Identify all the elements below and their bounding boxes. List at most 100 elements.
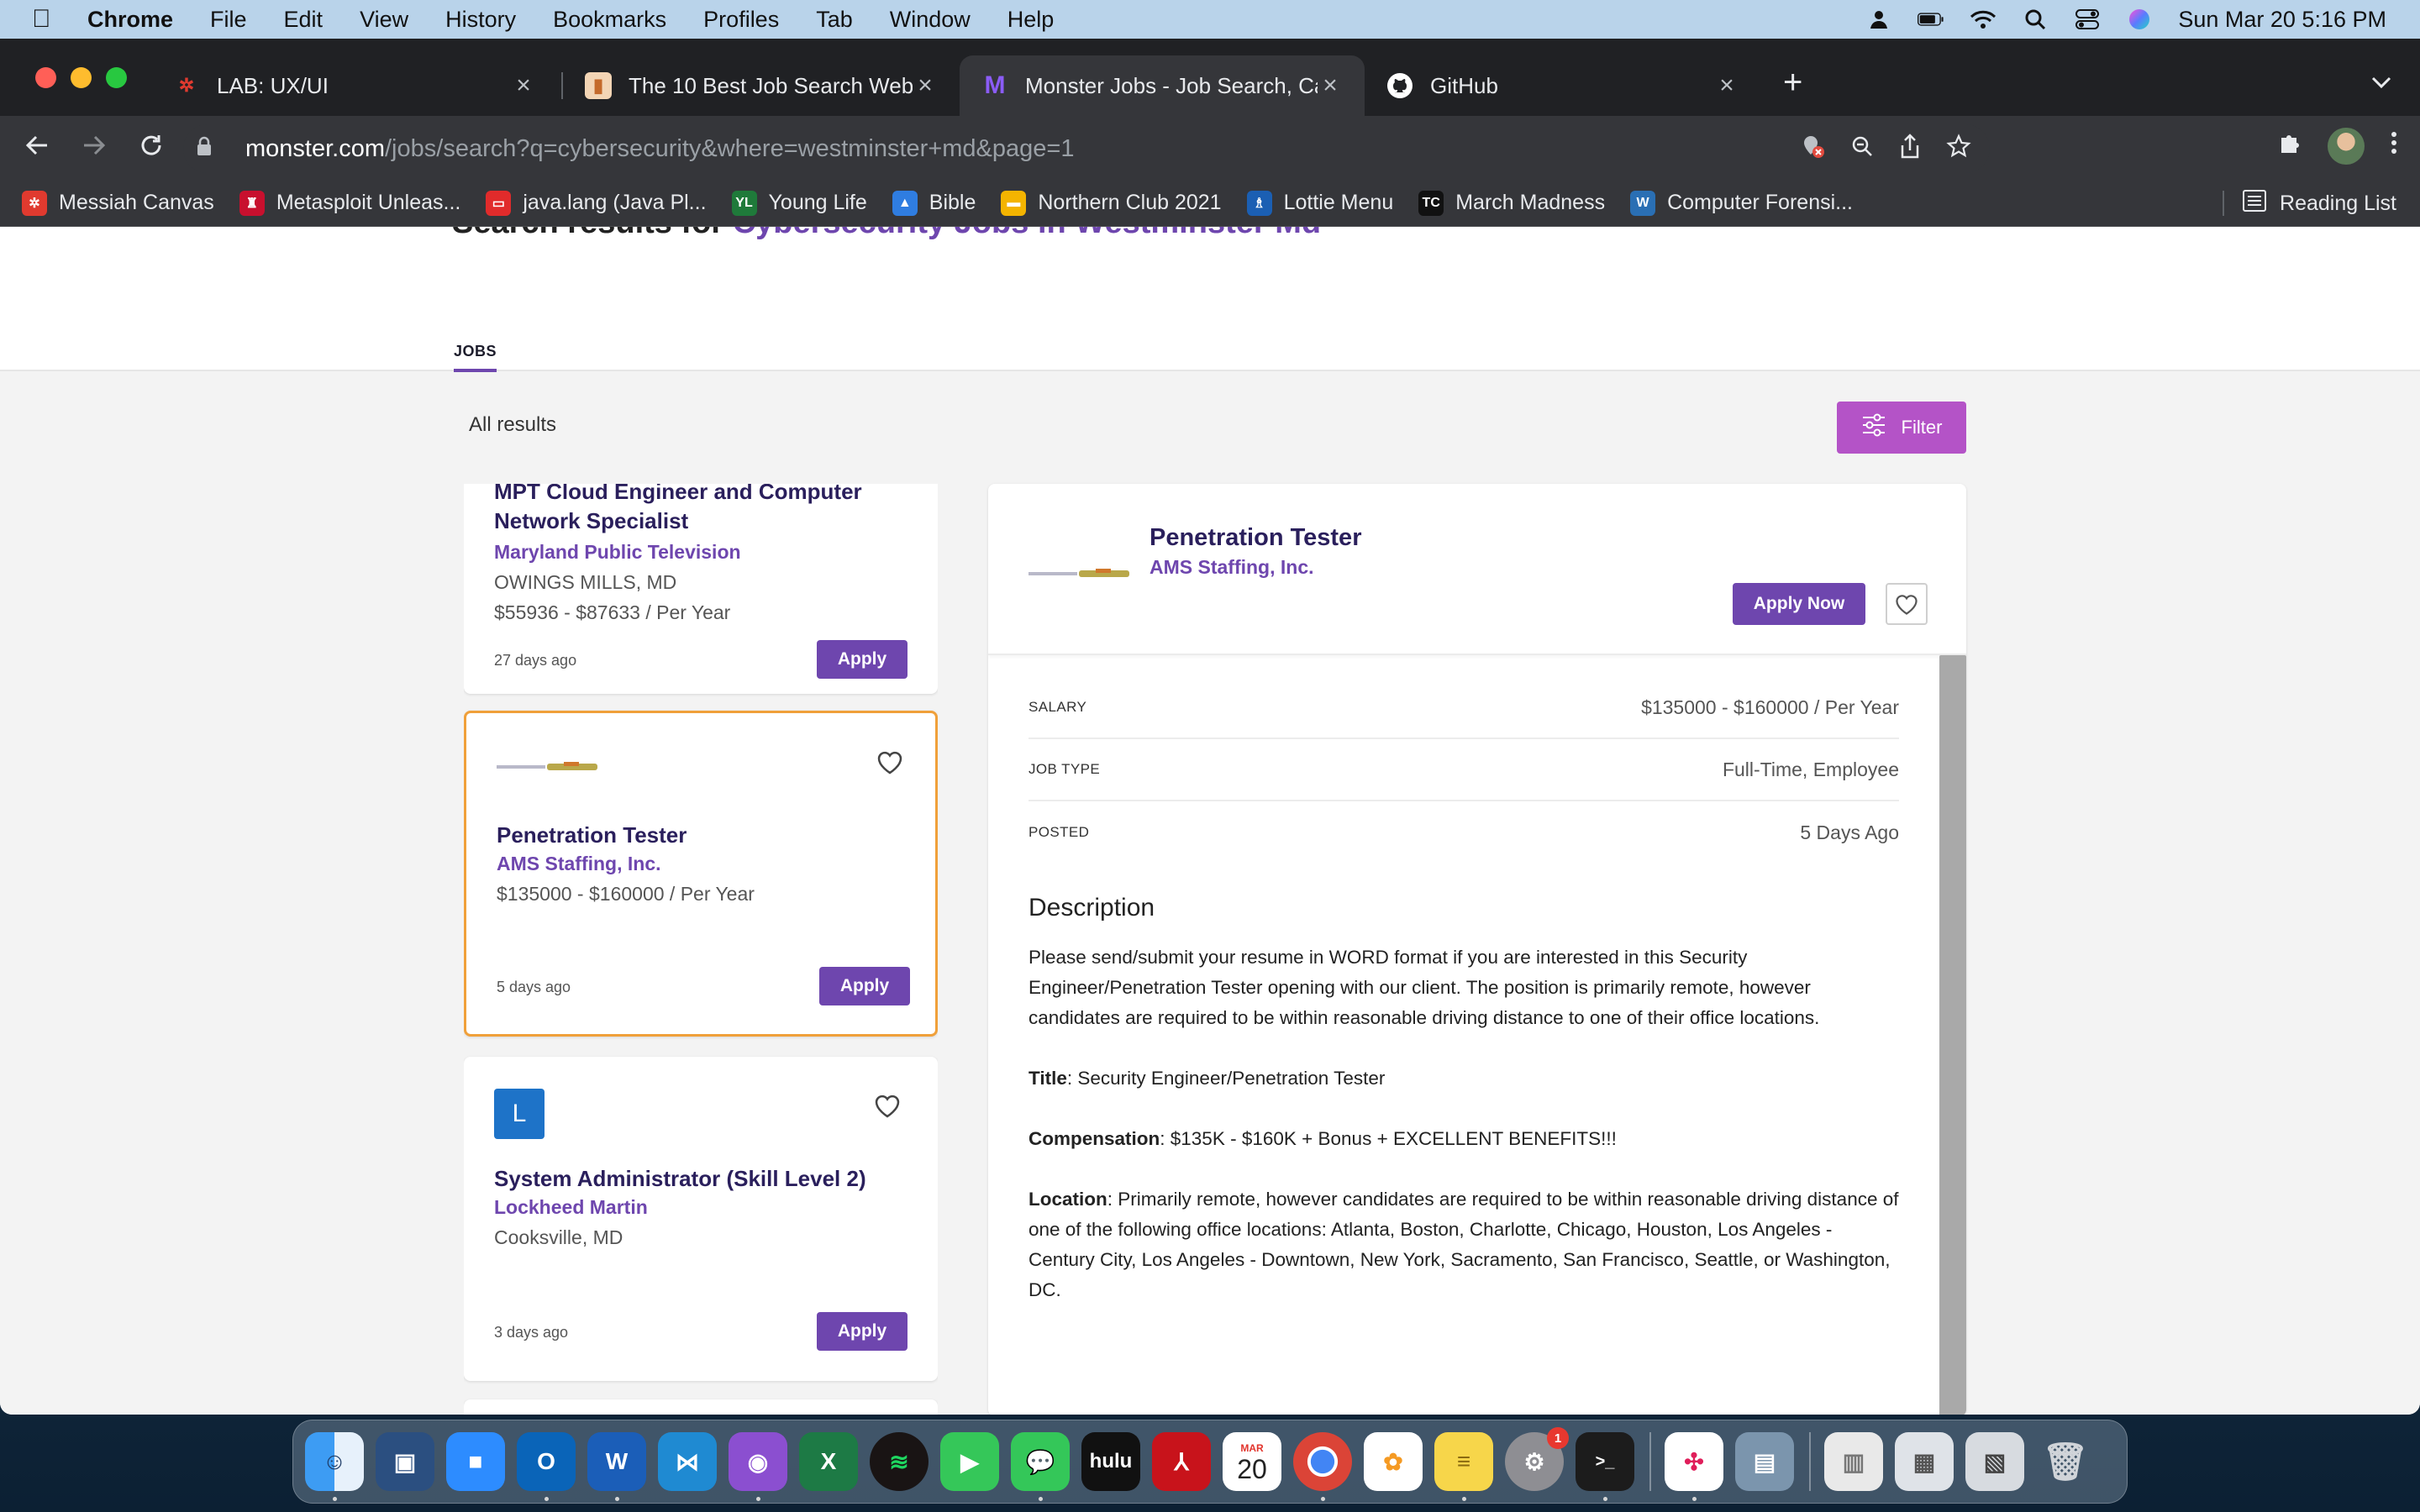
bookmark-item[interactable]: W Computer Forensi... bbox=[1630, 190, 1853, 216]
calendar-icon[interactable]: MAR 20 bbox=[1223, 1432, 1281, 1491]
github-desktop-icon[interactable]: ◉ bbox=[729, 1432, 787, 1501]
finder-icon[interactable]: ☺ bbox=[305, 1432, 364, 1501]
zoom-app-icon[interactable]: ■ bbox=[446, 1432, 505, 1491]
close-window-button[interactable] bbox=[35, 67, 56, 88]
scrollbar-thumb[interactable] bbox=[1939, 655, 1966, 1415]
bookmark-item[interactable]: ♗ Lottie Menu bbox=[1246, 190, 1393, 216]
apply-button[interactable]: Apply bbox=[817, 1312, 908, 1351]
share-icon[interactable] bbox=[1899, 133, 1921, 165]
menu-edit[interactable]: Edit bbox=[284, 7, 324, 33]
menu-app-name[interactable]: Chrome bbox=[87, 7, 173, 33]
bookmark-item[interactable]: ▬ Northern Club 2021 bbox=[1001, 190, 1222, 216]
system-preferences-icon[interactable]: ⚙ 1 bbox=[1505, 1427, 1569, 1491]
excel-icon[interactable]: X bbox=[799, 1432, 858, 1491]
lock-icon[interactable] bbox=[197, 136, 230, 162]
trash-icon[interactable]: 🗑 bbox=[2036, 1432, 2095, 1491]
chrome-icon[interactable] bbox=[1293, 1432, 1352, 1501]
messages-icon[interactable]: 💬 bbox=[1011, 1432, 1070, 1501]
profile-avatar[interactable] bbox=[2328, 128, 2365, 165]
preview-icon[interactable]: ▤ bbox=[1735, 1432, 1794, 1491]
apply-now-button[interactable]: Apply Now bbox=[1733, 583, 1865, 625]
menu-help[interactable]: Help bbox=[1007, 7, 1055, 33]
menu-file[interactable]: File bbox=[210, 7, 247, 33]
user-icon[interactable] bbox=[1865, 8, 1892, 30]
terminal-icon[interactable]: >_ bbox=[1576, 1432, 1634, 1501]
document-stack-icon[interactable]: ▥ bbox=[1824, 1432, 1883, 1491]
save-job-button[interactable] bbox=[1886, 583, 1928, 625]
job-card[interactable]: L System Administrator (Skill Level 2) L… bbox=[464, 1057, 938, 1381]
screenshots-stack-icon[interactable]: ▧ bbox=[1965, 1432, 2024, 1491]
bookmark-item[interactable]: YL Young Life bbox=[731, 190, 867, 216]
minimize-window-button[interactable] bbox=[71, 67, 92, 88]
bookmark-item[interactable]: TC March Madness bbox=[1418, 190, 1605, 216]
job-card-selected[interactable]: Penetration Tester AMS Staffing, Inc. $1… bbox=[464, 711, 938, 1037]
extensions-puzzle-icon[interactable] bbox=[2277, 130, 2302, 162]
bookmark-star-icon[interactable] bbox=[1946, 133, 1971, 165]
word-icon[interactable]: W bbox=[587, 1432, 646, 1501]
siri-icon[interactable] bbox=[2126, 8, 2153, 30]
bookmark-item[interactable]: ▲ Bible bbox=[892, 190, 976, 216]
apply-button[interactable]: Apply bbox=[819, 967, 910, 1005]
back-arrow-icon[interactable] bbox=[8, 130, 66, 165]
job-company[interactable]: Maryland Public Television bbox=[494, 541, 741, 564]
job-card[interactable]: MPT Cloud Engineer and Computer Network … bbox=[464, 484, 938, 694]
hulu-icon[interactable]: hulu bbox=[1081, 1432, 1140, 1491]
tab-monster-jobs[interactable]: M Monster Jobs - Job Search, Ca × bbox=[960, 55, 1365, 116]
spotify-icon[interactable]: ≋ bbox=[870, 1432, 929, 1491]
filter-button[interactable]: Filter bbox=[1837, 402, 1966, 454]
apply-button[interactable]: Apply bbox=[817, 640, 908, 679]
menu-history[interactable]: History bbox=[445, 7, 516, 33]
acrobat-icon[interactable]: ⅄ bbox=[1152, 1432, 1211, 1491]
tab-job-search-websites[interactable]: ▮ The 10 Best Job Search Websit × bbox=[563, 55, 960, 116]
wifi-icon[interactable] bbox=[1970, 8, 1996, 30]
tab-search-chevron-icon[interactable] bbox=[2371, 69, 2391, 95]
save-job-heart-icon[interactable] bbox=[872, 1090, 902, 1121]
menu-view[interactable]: View bbox=[360, 7, 408, 33]
new-tab-icon[interactable]: + bbox=[1783, 64, 1802, 102]
detail-scrollbar[interactable] bbox=[1939, 655, 1966, 1415]
location-blocked-icon[interactable] bbox=[1800, 134, 1825, 165]
apple-icon[interactable]:  bbox=[32, 5, 66, 34]
job-company[interactable]: Lockheed Martin bbox=[494, 1196, 648, 1219]
menu-clock[interactable]: Sun Mar 20 5:16 PM bbox=[2178, 7, 2386, 33]
address-bar[interactable]: monster.com/jobs/search?q=cybersecurity&… bbox=[183, 124, 1990, 173]
close-tab-icon[interactable]: × bbox=[1318, 71, 1343, 100]
slack-icon[interactable]: ✣ bbox=[1665, 1432, 1723, 1501]
job-title[interactable]: Penetration Tester bbox=[497, 821, 900, 850]
virtualbox-icon[interactable]: ▣ bbox=[376, 1432, 434, 1491]
tab-lab-ux-ui[interactable]: ✲ LAB: UX/UI × bbox=[151, 55, 558, 116]
zoom-window-button[interactable] bbox=[106, 67, 127, 88]
job-card-partial[interactable] bbox=[464, 1399, 938, 1415]
bookmark-item[interactable]: ✲ Messiah Canvas bbox=[22, 190, 214, 216]
detail-company-link[interactable]: AMS Staffing, Inc. bbox=[1150, 556, 1314, 579]
save-job-heart-icon[interactable] bbox=[875, 747, 905, 777]
menu-bookmarks[interactable]: Bookmarks bbox=[553, 7, 666, 33]
bookmark-item[interactable]: ♜ Metasploit Unleas... bbox=[239, 190, 460, 216]
control-center-icon[interactable] bbox=[2074, 8, 2101, 30]
job-company[interactable]: AMS Staffing, Inc. bbox=[497, 853, 661, 875]
close-tab-icon[interactable]: × bbox=[1714, 71, 1739, 100]
forward-arrow-icon[interactable] bbox=[66, 130, 123, 165]
outlook-icon[interactable]: O bbox=[517, 1432, 576, 1501]
chrome-menu-icon[interactable] bbox=[2390, 130, 2398, 162]
menu-tab[interactable]: Tab bbox=[816, 7, 853, 33]
vscode-icon[interactable]: ⋈ bbox=[658, 1432, 717, 1491]
zoom-icon[interactable] bbox=[1850, 134, 1874, 164]
tab-github[interactable]: GitHub × bbox=[1365, 55, 1761, 116]
reload-icon[interactable] bbox=[123, 130, 180, 165]
downloads-stack-icon[interactable]: ▦ bbox=[1895, 1432, 1954, 1491]
tab-jobs[interactable]: JOBS bbox=[454, 343, 497, 372]
photos-icon[interactable]: ✿ bbox=[1364, 1432, 1423, 1491]
spotlight-search-icon[interactable] bbox=[2022, 8, 2049, 30]
battery-icon[interactable] bbox=[1918, 8, 1944, 30]
close-tab-icon[interactable]: × bbox=[511, 71, 536, 100]
bookmark-item[interactable]: ▭ java.lang (Java Pl... bbox=[486, 190, 707, 216]
job-title[interactable]: System Administrator (Skill Level 2) bbox=[494, 1164, 897, 1194]
close-tab-icon[interactable]: × bbox=[913, 71, 938, 100]
facetime-icon[interactable]: ▶ bbox=[940, 1432, 999, 1491]
menu-profiles[interactable]: Profiles bbox=[703, 7, 779, 33]
menu-window[interactable]: Window bbox=[890, 7, 971, 33]
notes-icon[interactable]: ≡ bbox=[1434, 1432, 1493, 1501]
job-title[interactable]: MPT Cloud Engineer and Computer Network … bbox=[494, 484, 897, 536]
search-query-link[interactable]: Cybersecurity Jobs in Westminster Md bbox=[733, 227, 1321, 240]
